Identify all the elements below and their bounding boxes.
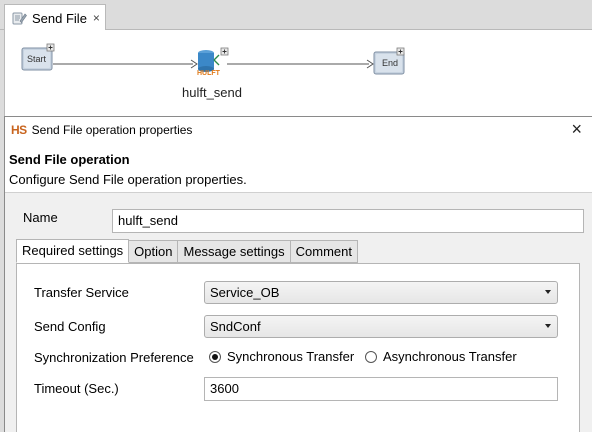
dialog-title: Send File operation properties	[31, 123, 193, 137]
tab-comment[interactable]: Comment	[290, 240, 359, 263]
radio-asynchronous[interactable]: Asynchronous Transfer	[365, 349, 517, 364]
end-node-label: End	[382, 58, 399, 68]
radio-selected-icon	[209, 350, 221, 363]
radio-asynchronous-label: Asynchronous Transfer	[383, 349, 517, 364]
transfer-service-select[interactable]: Service_OB	[204, 281, 558, 304]
radio-synchronous[interactable]: Synchronous Transfer	[209, 349, 354, 364]
hulft-send-caption: hulft_send	[182, 85, 242, 100]
editor-tab-strip: Send File ×	[0, 0, 592, 31]
tab-option[interactable]: Option	[129, 240, 179, 263]
required-settings-panel: Transfer Service Service_OB Send Config …	[16, 263, 580, 432]
chevron-down-icon	[545, 324, 551, 328]
tab-required-settings[interactable]: Required settings	[16, 239, 130, 263]
close-dialog-icon[interactable]: ×	[571, 119, 582, 139]
name-input[interactable]: hulft_send	[112, 209, 584, 233]
properties-dialog: HS Send File operation properties × Send…	[4, 116, 592, 432]
flow-diagram	[21, 43, 405, 75]
timeout-label: Timeout (Sec.)	[34, 381, 119, 396]
hulft-send-node[interactable]	[198, 47, 229, 72]
editor-tab-label: Send File	[32, 10, 87, 26]
connector-arrow	[227, 59, 374, 69]
chevron-down-icon	[545, 290, 551, 294]
hs-logo-icon: HS	[11, 123, 27, 137]
sync-preference-label: Synchronization Preference	[34, 350, 194, 365]
start-node-label: Start	[27, 54, 47, 64]
close-tab-icon[interactable]: ×	[93, 11, 100, 25]
send-config-select[interactable]: SndConf	[204, 315, 558, 338]
timeout-input[interactable]: 3600	[204, 377, 558, 401]
tab-message-settings[interactable]: Message settings	[178, 240, 291, 263]
dialog-heading: Send File operation	[9, 152, 130, 167]
transfer-service-value: Service_OB	[210, 285, 280, 300]
name-label: Name	[23, 210, 58, 225]
send-config-value: SndConf	[210, 319, 261, 334]
editor-tab-send-file[interactable]: Send File ×	[4, 4, 106, 31]
dialog-subheading: Configure Send File operation properties…	[9, 172, 247, 187]
radio-unselected-icon	[365, 350, 377, 363]
dialog-titlebar: HS Send File operation properties ×	[5, 117, 592, 143]
hulft-badge: HULFT	[197, 70, 220, 77]
script-edit-icon	[11, 10, 27, 26]
property-tabs: Required settings Option Message setting…	[16, 239, 359, 263]
transfer-service-label: Transfer Service	[34, 285, 129, 300]
send-config-label: Send Config	[34, 319, 106, 334]
radio-synchronous-label: Synchronous Transfer	[227, 349, 355, 364]
connector-arrow	[53, 59, 198, 69]
flow-canvas[interactable]: Start End HULFT hulft_send	[4, 30, 592, 116]
dialog-header: Send File operation Configure Send File …	[5, 143, 592, 193]
